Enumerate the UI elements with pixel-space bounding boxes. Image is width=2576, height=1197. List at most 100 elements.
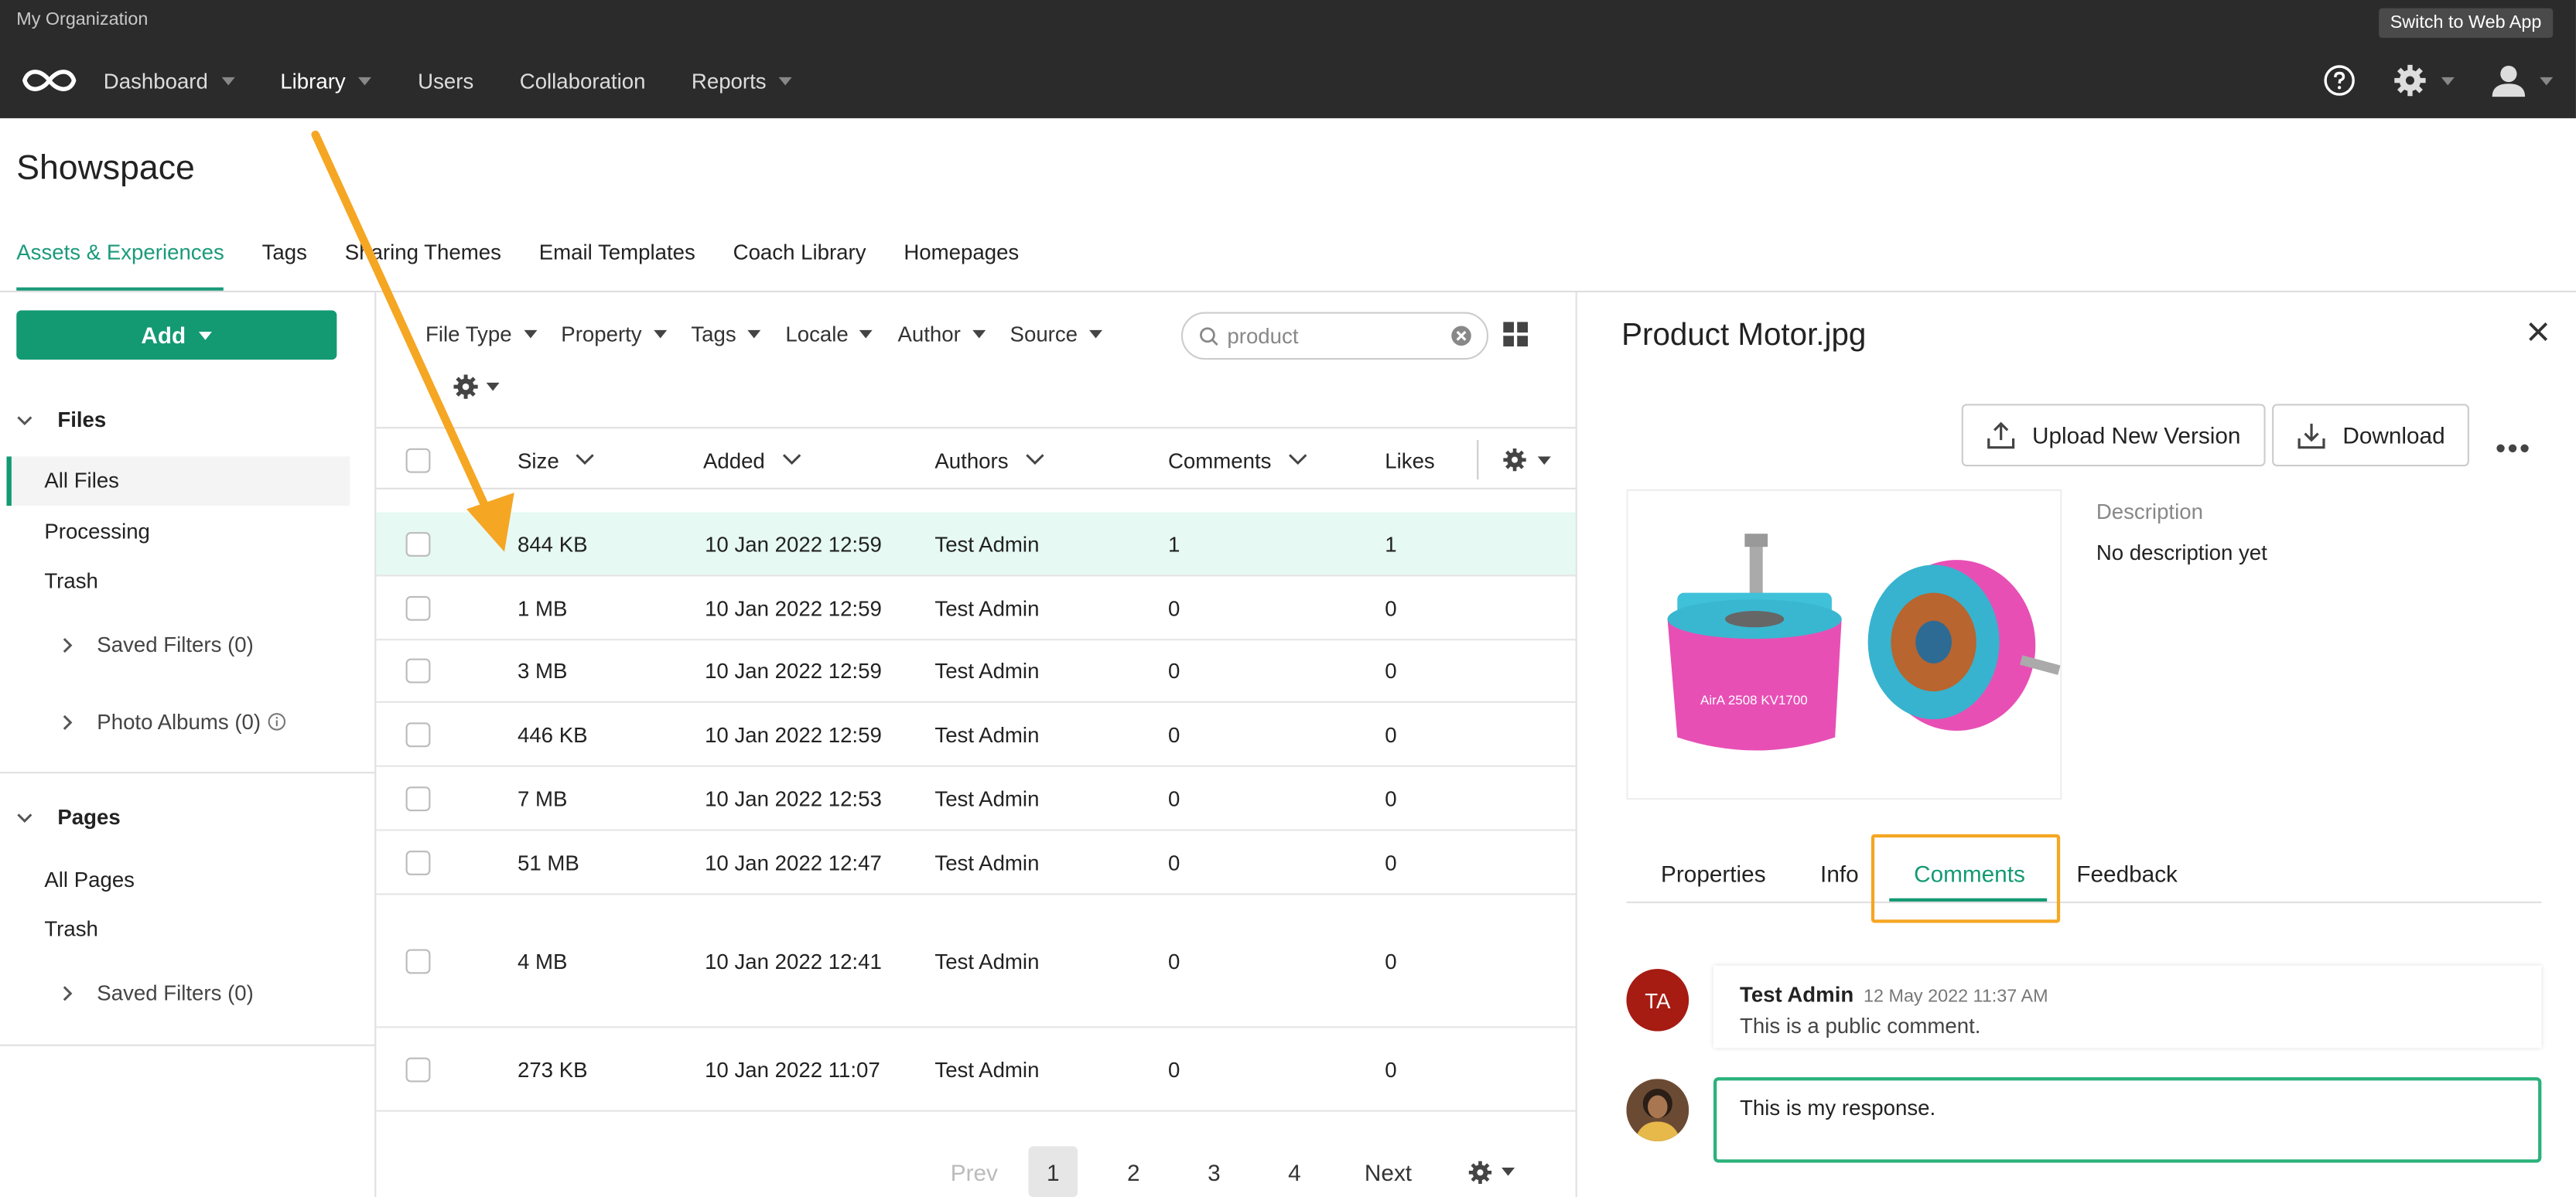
clear-search-icon[interactable]	[1450, 325, 1472, 346]
column-authors[interactable]: Authors	[934, 428, 1044, 491]
row-checkbox[interactable]	[405, 721, 431, 747]
settings-menu-button[interactable]	[2392, 63, 2455, 99]
filter-source[interactable]: Source	[1010, 322, 1102, 346]
author-cell: Test Admin	[934, 531, 1040, 556]
user-menu-button[interactable]	[2491, 64, 2554, 97]
organization-name: My Organization	[16, 9, 149, 30]
tab-info[interactable]: Info	[1820, 861, 1859, 887]
row-checkbox[interactable]	[405, 786, 431, 811]
prev-page-button[interactable]: Prev	[941, 1146, 1007, 1197]
tab-coach-library[interactable]: Coach Library	[733, 240, 866, 291]
filter-locale[interactable]: Locale	[785, 322, 873, 346]
sidebar-item-processing[interactable]: Processing	[44, 519, 150, 544]
row-checkbox[interactable]	[405, 658, 431, 684]
search-input[interactable]: product	[1180, 312, 1489, 360]
sidebar-item-all-files[interactable]: All Files	[6, 456, 350, 506]
row-checkbox-cell[interactable]	[405, 767, 431, 830]
chevron-right-icon	[63, 637, 73, 653]
table-row[interactable]: 844 KB 10 Jan 2022 12:59 Test Admin 1 1	[376, 512, 1576, 577]
row-checkbox-cell[interactable]	[405, 1028, 431, 1110]
saved-filters-label: Saved Filters (0)	[97, 632, 254, 657]
added-cell: 10 Jan 2022 12:59	[705, 531, 882, 556]
tab-feedback[interactable]: Feedback	[2076, 861, 2178, 887]
motor-label-text: AirA 2508 KV1700	[1700, 693, 1808, 708]
row-checkbox-cell[interactable]	[405, 640, 431, 701]
column-settings-button[interactable]	[1477, 440, 1551, 480]
tab-homepages[interactable]: Homepages	[904, 240, 1019, 291]
app-logo-icon[interactable]	[18, 63, 80, 99]
table-row[interactable]: 1 MB 10 Jan 2022 12:59 Test Admin 0 0	[376, 576, 1576, 641]
sidebar-item-trash[interactable]: Trash	[44, 568, 98, 593]
nav-library[interactable]: Library	[280, 69, 372, 94]
files-section-header[interactable]: Files	[16, 408, 106, 432]
gear-icon	[2394, 64, 2426, 97]
row-checkbox[interactable]	[405, 850, 431, 875]
comments-cell: 0	[1167, 658, 1180, 684]
chevron-right-icon	[63, 985, 73, 1001]
page-2-button[interactable]: 2	[1109, 1146, 1158, 1197]
column-added[interactable]: Added	[703, 428, 801, 491]
sidebar-item-pages-trash[interactable]: Trash	[44, 916, 98, 941]
upload-new-version-button[interactable]: Upload New Version	[1961, 404, 2266, 467]
row-checkbox[interactable]	[405, 1056, 431, 1082]
column-likes[interactable]: Likes	[1385, 428, 1434, 491]
row-checkbox[interactable]	[405, 531, 431, 556]
switch-to-web-app-button[interactable]: Switch to Web App	[2378, 8, 2554, 38]
sidebar-photo-albums[interactable]: Photo Albums (0)	[59, 709, 285, 734]
table-row[interactable]: 273 KB 10 Jan 2022 11:07 Test Admin 0 0	[376, 1028, 1576, 1112]
nav-dashboard[interactable]: Dashboard	[104, 69, 234, 94]
more-options-icon[interactable]: •••	[2496, 432, 2532, 467]
nav-users[interactable]: Users	[418, 69, 473, 94]
pagination: Prev 1 2 3 4 Next	[376, 1146, 1575, 1197]
table-row[interactable]: 4 MB 10 Jan 2022 12:41 Test Admin 0 0	[376, 895, 1576, 1028]
row-checkbox-cell[interactable]	[405, 895, 431, 1026]
grid-view-icon[interactable]	[1503, 322, 1529, 347]
next-page-button[interactable]: Next	[1355, 1146, 1421, 1197]
nav-reports[interactable]: Reports	[692, 69, 793, 94]
tab-tags[interactable]: Tags	[262, 240, 307, 291]
tab-sharing-themes[interactable]: Sharing Themes	[345, 240, 501, 291]
caret-down-icon	[653, 329, 667, 339]
filter-file-type[interactable]: File Type	[425, 322, 537, 346]
table-row[interactable]: 446 KB 10 Jan 2022 12:59 Test Admin 0 0	[376, 703, 1576, 767]
close-icon[interactable]	[2528, 322, 2548, 341]
tab-email-templates[interactable]: Email Templates	[539, 240, 695, 291]
page-3-button[interactable]: 3	[1190, 1146, 1239, 1197]
filter-tags[interactable]: Tags	[691, 322, 761, 346]
filter-settings-button[interactable]	[452, 373, 500, 401]
column-comments[interactable]: Comments	[1168, 428, 1307, 491]
column-size[interactable]: Size	[518, 428, 595, 491]
filter-property[interactable]: Property	[561, 322, 667, 346]
table-row[interactable]: 3 MB 10 Jan 2022 12:59 Test Admin 0 0	[376, 640, 1576, 703]
table-row[interactable]: 7 MB 10 Jan 2022 12:53 Test Admin 0 0	[376, 767, 1576, 831]
row-checkbox-cell[interactable]	[405, 576, 431, 639]
select-all-checkbox-cell[interactable]	[405, 428, 431, 491]
row-checkbox[interactable]	[405, 948, 431, 974]
sidebar-pages-saved-filters[interactable]: Saved Filters (0)	[59, 980, 254, 1005]
page-1-button[interactable]: 1	[1028, 1146, 1078, 1197]
info-icon[interactable]	[267, 713, 285, 731]
comment-date: 12 May 2022 11:37 AM	[1864, 987, 2048, 1007]
row-checkbox[interactable]	[405, 595, 431, 620]
add-button[interactable]: Add	[16, 310, 337, 360]
reply-textarea[interactable]: This is my response.	[1713, 1077, 2542, 1163]
table-row[interactable]: 51 MB 10 Jan 2022 12:47 Test Admin 0 0	[376, 831, 1576, 895]
row-checkbox-cell[interactable]	[405, 513, 431, 575]
page-4-button[interactable]: 4	[1270, 1146, 1320, 1197]
row-checkbox-cell[interactable]	[405, 831, 431, 894]
tab-properties[interactable]: Properties	[1661, 861, 1766, 887]
pages-section-header[interactable]: Pages	[16, 805, 121, 829]
sidebar-item-all-pages[interactable]: All Pages	[44, 867, 135, 892]
row-checkbox-cell[interactable]	[405, 703, 431, 766]
pagination-settings-button[interactable]	[1461, 1146, 1519, 1197]
tab-assets-experiences[interactable]: Assets & Experiences	[16, 240, 224, 291]
download-button[interactable]: Download	[2272, 404, 2470, 467]
gear-icon	[1467, 1160, 1491, 1183]
asset-preview-image[interactable]: AirA 2508 KV1700	[1626, 489, 2062, 800]
download-icon	[2298, 423, 2325, 449]
sidebar-saved-filters[interactable]: Saved Filters (0)	[59, 632, 254, 657]
nav-collaboration[interactable]: Collaboration	[520, 69, 646, 94]
select-all-checkbox[interactable]	[405, 447, 431, 472]
filter-author[interactable]: Author	[897, 322, 986, 346]
help-button[interactable]	[2323, 64, 2356, 97]
